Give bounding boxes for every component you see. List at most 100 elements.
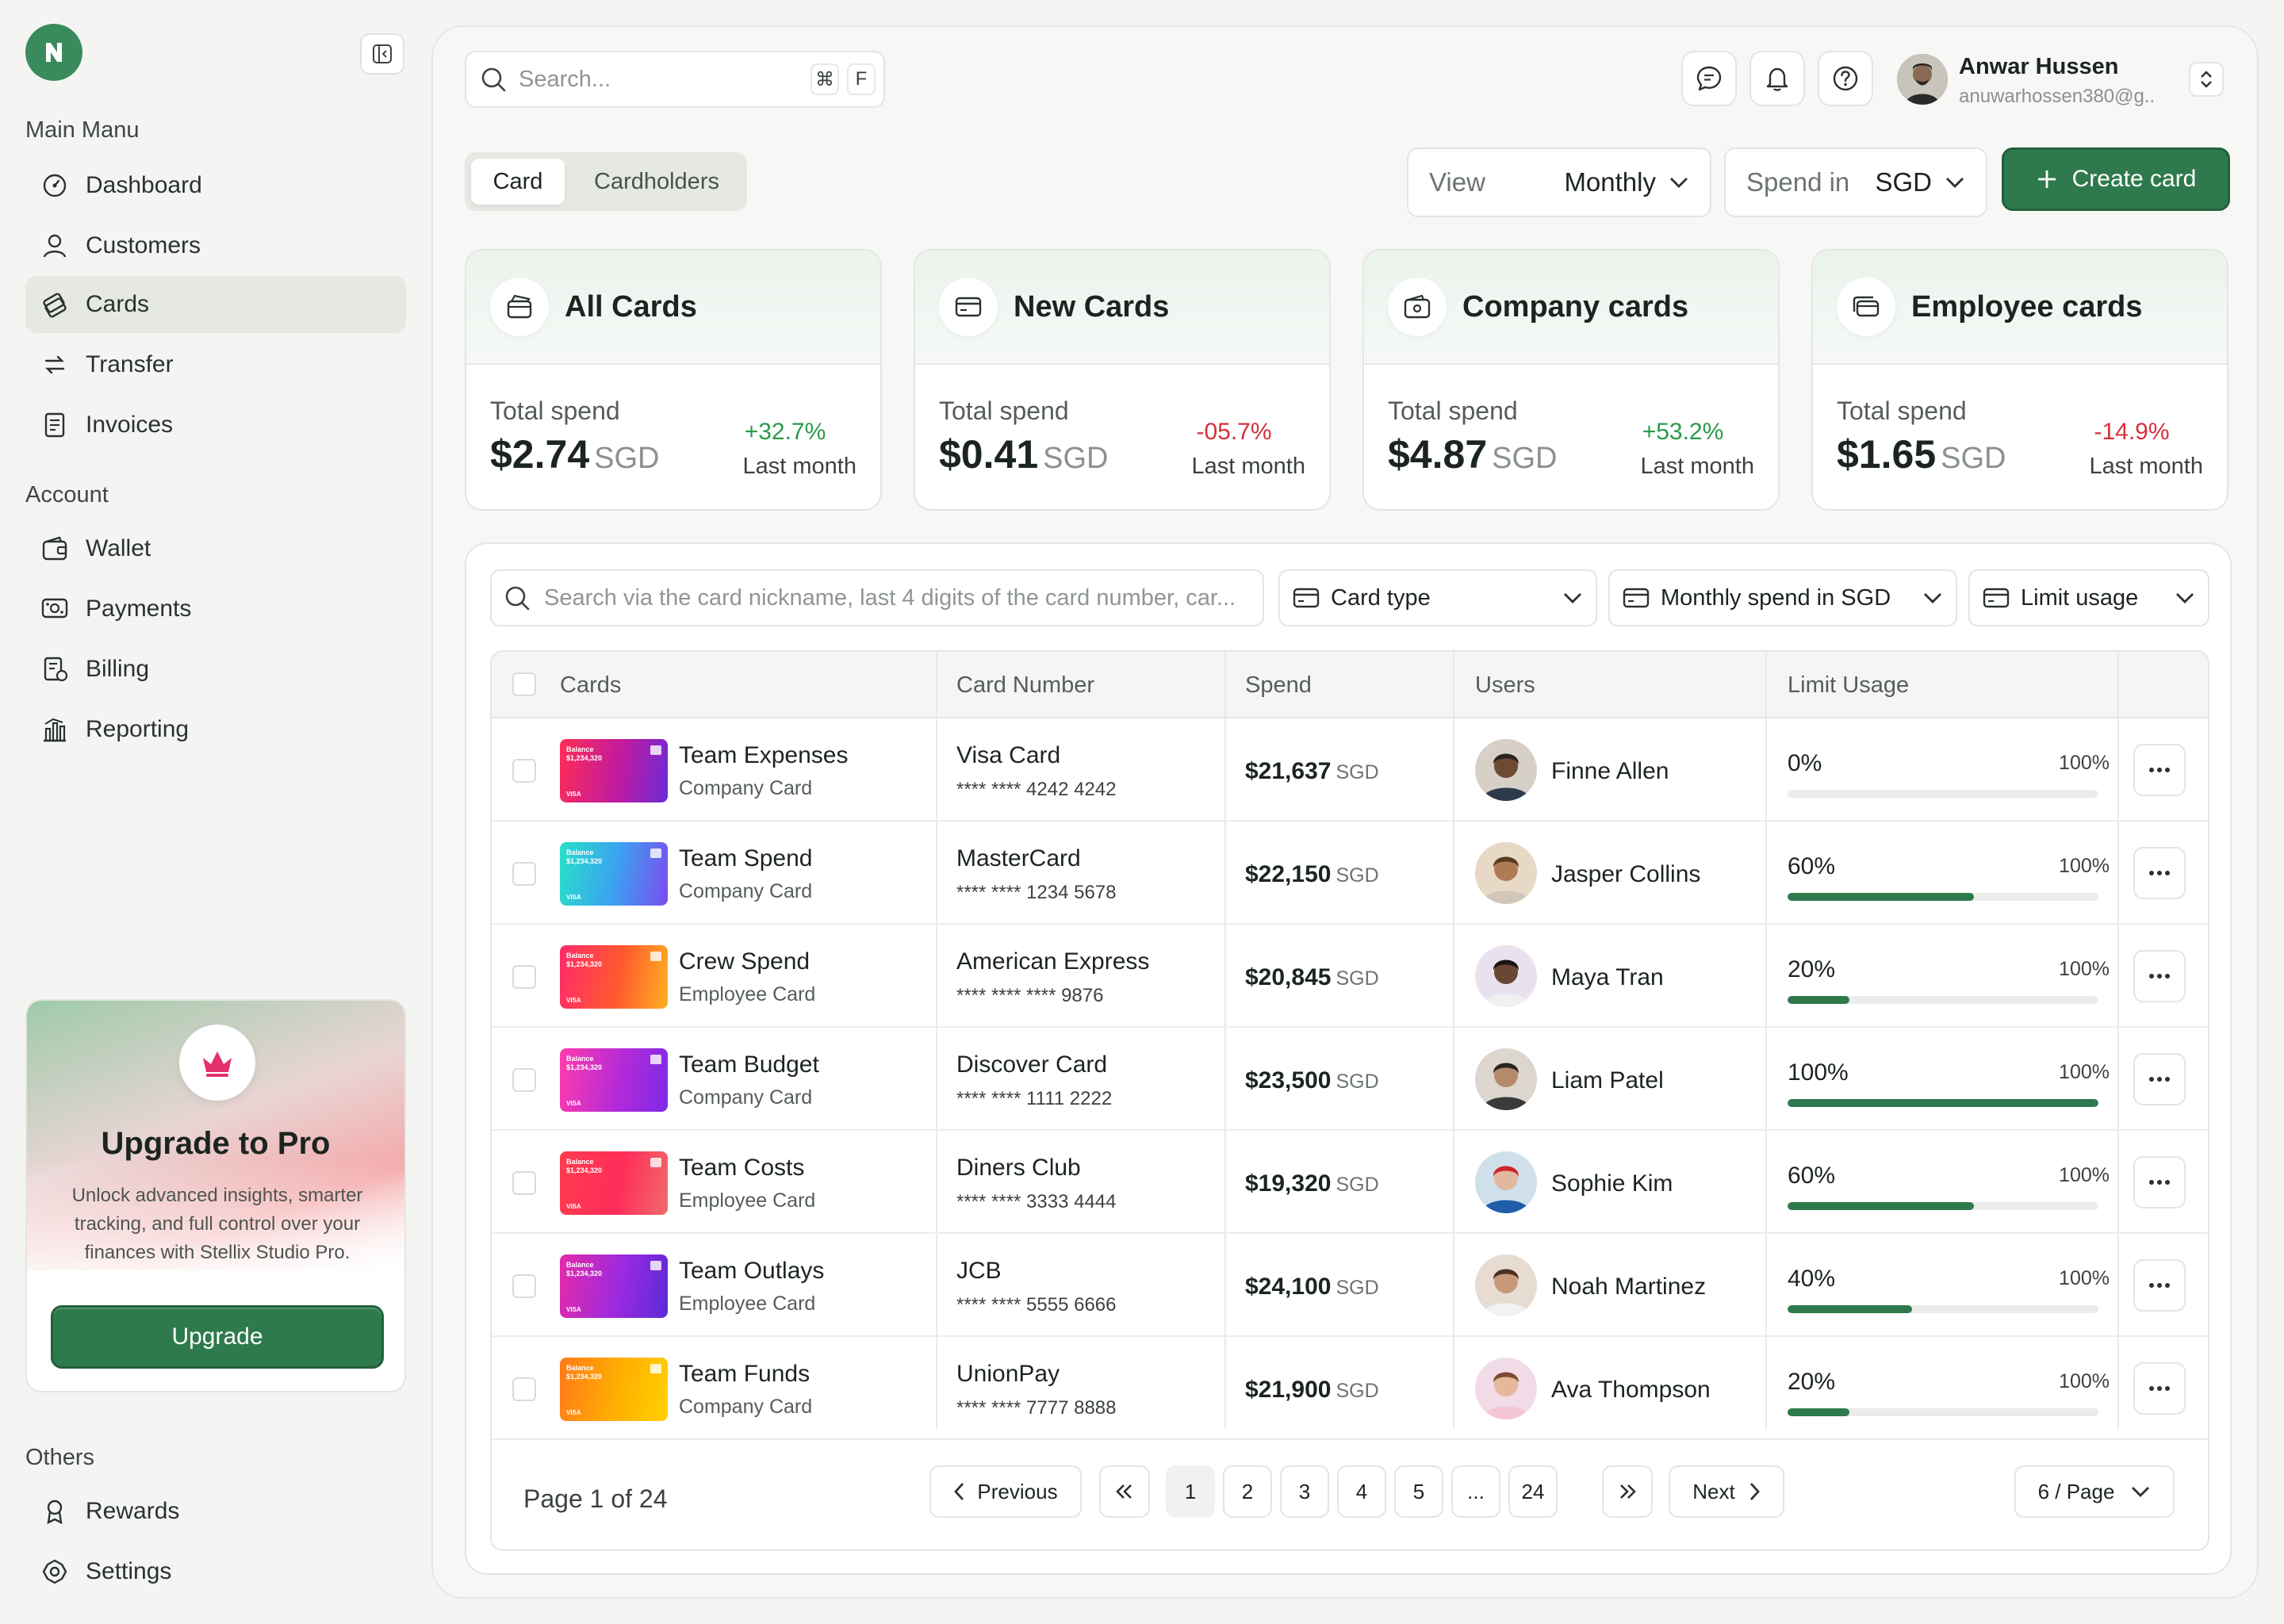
help-icon bbox=[1833, 66, 1858, 91]
sidebar-item-payments[interactable]: Payments bbox=[25, 580, 406, 638]
row-checkbox[interactable] bbox=[512, 1068, 536, 1092]
per-page-select[interactable]: 6 / Page bbox=[2014, 1465, 2175, 1518]
stat-period: Last month bbox=[1191, 454, 1305, 479]
page-button[interactable]: 4 bbox=[1337, 1465, 1386, 1518]
table-row[interactable]: Balance $1,234,320 VISA Crew Spend Employ… bbox=[492, 926, 2208, 1028]
row-actions-button[interactable] bbox=[2133, 1156, 2186, 1208]
create-card-button[interactable]: Create card bbox=[2002, 147, 2230, 211]
global-search[interactable]: Search... ⌘ F bbox=[465, 51, 885, 108]
sidebar-item-label: Rewards bbox=[86, 1498, 180, 1524]
monthly-spend-filter[interactable]: Monthly spend in SGD bbox=[1608, 569, 1957, 626]
stat-all-cards[interactable]: All Cards Total spend $2.74 SGD +32.7% La… bbox=[465, 249, 882, 511]
row-checkbox[interactable] bbox=[512, 1377, 536, 1401]
usage-progress-fill bbox=[1788, 1408, 1850, 1416]
next-page-button[interactable]: Next bbox=[1669, 1465, 1784, 1518]
row-checkbox[interactable] bbox=[512, 862, 536, 886]
page-button[interactable]: 5 bbox=[1394, 1465, 1443, 1518]
tab-card[interactable]: Card bbox=[471, 159, 565, 205]
notifications-button[interactable] bbox=[1749, 51, 1805, 106]
card-type-filter[interactable]: Card type bbox=[1278, 569, 1597, 626]
row-actions-button[interactable] bbox=[2133, 950, 2186, 1002]
page-button[interactable]: 3 bbox=[1280, 1465, 1329, 1518]
row-actions-button[interactable] bbox=[2133, 744, 2186, 796]
column-cards[interactable]: Cards bbox=[560, 652, 621, 718]
select-all-checkbox[interactable] bbox=[512, 672, 536, 696]
usage-percent: 60% bbox=[1788, 1162, 1836, 1189]
page-button[interactable]: 2 bbox=[1223, 1465, 1272, 1518]
sidebar-item-label: Customers bbox=[86, 232, 201, 259]
column-users[interactable]: Users bbox=[1475, 652, 1535, 718]
table-row[interactable]: Balance $1,234,320 VISA Team Expenses Com… bbox=[492, 720, 2208, 822]
stat-label: Total spend bbox=[490, 396, 620, 425]
sidebar-item-billing[interactable]: Billing bbox=[25, 641, 406, 698]
usage-limit: 100% bbox=[2059, 1164, 2110, 1186]
row-actions-button[interactable] bbox=[2133, 1053, 2186, 1105]
stat-employee-cards[interactable]: Employee cards Total spend $1.65 SGD -14.… bbox=[1811, 249, 2228, 511]
stat-label: Total spend bbox=[939, 396, 1069, 425]
last-page-button[interactable] bbox=[1602, 1465, 1653, 1518]
sidebar-item-reporting[interactable]: Reporting bbox=[25, 701, 406, 758]
messages-button[interactable] bbox=[1681, 51, 1737, 106]
row-actions-button[interactable] bbox=[2133, 1259, 2186, 1312]
bell-icon bbox=[1766, 67, 1788, 91]
collapse-sidebar-button[interactable] bbox=[360, 33, 404, 75]
card-brand: VISA bbox=[566, 894, 581, 901]
plus-icon bbox=[2037, 170, 2056, 188]
billing-icon bbox=[40, 654, 70, 684]
card-thumbnail: Balance $1,234,320 VISA bbox=[560, 1048, 668, 1112]
view-select[interactable]: View Monthly bbox=[1407, 147, 1711, 217]
row-actions-button[interactable] bbox=[2133, 1362, 2186, 1415]
sidebar-item-wallet[interactable]: Wallet bbox=[25, 520, 406, 577]
sidebar-item-settings[interactable]: Settings bbox=[25, 1543, 406, 1600]
sidebar-item-customers[interactable]: Customers bbox=[25, 217, 406, 274]
chat-icon bbox=[1696, 66, 1722, 91]
card-balance-label: Balance bbox=[566, 1055, 594, 1063]
tab-cardholders[interactable]: Cardholders bbox=[573, 159, 741, 205]
view-value: Monthly bbox=[1564, 167, 1656, 197]
sidebar: Main Manu Dashboard Customers Cards Tran… bbox=[0, 0, 428, 1624]
table-row[interactable]: Balance $1,234,320 VISA Team Costs Employ… bbox=[492, 1132, 2208, 1234]
credit-card-icon bbox=[1293, 588, 1320, 608]
account-switcher-button[interactable] bbox=[2189, 62, 2224, 97]
table-row[interactable]: Balance $1,234,320 VISA Team Spend Compan… bbox=[492, 823, 2208, 925]
sidebar-item-dashboard[interactable]: Dashboard bbox=[25, 157, 406, 214]
page-button[interactable]: 24 bbox=[1508, 1465, 1558, 1518]
upgrade-card: Upgrade to Pro Unlock advanced insights,… bbox=[25, 999, 406, 1392]
page-button[interactable]: 1 bbox=[1166, 1465, 1215, 1518]
stat-company-cards[interactable]: Company cards Total spend $4.87 SGD +53.2… bbox=[1362, 249, 1780, 511]
sidebar-item-invoices[interactable]: Invoices bbox=[25, 396, 406, 454]
stat-new-cards[interactable]: New Cards Total spend $0.41 SGD -05.7% La… bbox=[914, 249, 1331, 511]
column-spend[interactable]: Spend bbox=[1245, 652, 1312, 718]
row-checkbox[interactable] bbox=[512, 759, 536, 783]
app-logo[interactable] bbox=[25, 24, 82, 81]
card-network: UnionPay bbox=[956, 1361, 1060, 1387]
user-avatar[interactable] bbox=[1897, 54, 1948, 105]
card-balance-value: $1,234,320 bbox=[566, 1373, 603, 1381]
upgrade-button[interactable]: Upgrade bbox=[51, 1305, 384, 1369]
stat-change: +32.7% bbox=[744, 419, 826, 445]
card-type: Employee Card bbox=[679, 983, 816, 1005]
row-checkbox[interactable] bbox=[512, 1274, 536, 1298]
card-balance-label: Balance bbox=[566, 1364, 594, 1372]
sidebar-item-transfer[interactable]: Transfer bbox=[25, 336, 406, 393]
sidebar-item-cards[interactable]: Cards bbox=[25, 276, 406, 333]
row-actions-button[interactable] bbox=[2133, 847, 2186, 899]
column-card-number[interactable]: Card Number bbox=[956, 652, 1094, 718]
table-row[interactable]: Balance $1,234,320 VISA Team Budget Compa… bbox=[492, 1029, 2208, 1131]
first-page-button[interactable] bbox=[1099, 1465, 1150, 1518]
help-button[interactable] bbox=[1818, 51, 1873, 106]
card-balance-label: Balance bbox=[566, 848, 594, 856]
currency-select[interactable]: Spend in SGD bbox=[1724, 147, 1987, 217]
sidebar-item-rewards[interactable]: Rewards bbox=[25, 1483, 406, 1540]
table-row[interactable]: Balance $1,234,320 VISA Team Outlays Empl… bbox=[492, 1235, 2208, 1337]
column-limit-usage[interactable]: Limit Usage bbox=[1788, 652, 1909, 718]
row-checkbox[interactable] bbox=[512, 965, 536, 989]
previous-page-button[interactable]: Previous bbox=[929, 1465, 1082, 1518]
row-checkbox[interactable] bbox=[512, 1171, 536, 1195]
user-name: Ava Thompson bbox=[1551, 1377, 1711, 1403]
card-search-input[interactable]: Search via the card nickname, last 4 dig… bbox=[490, 569, 1264, 626]
usage-progress-bar bbox=[1788, 790, 2098, 798]
chevron-down-icon bbox=[1670, 178, 1688, 188]
table-row[interactable]: Balance $1,234,320 VISA Team Funds Compan… bbox=[492, 1339, 2208, 1440]
limit-usage-filter[interactable]: Limit usage bbox=[1968, 569, 2209, 626]
